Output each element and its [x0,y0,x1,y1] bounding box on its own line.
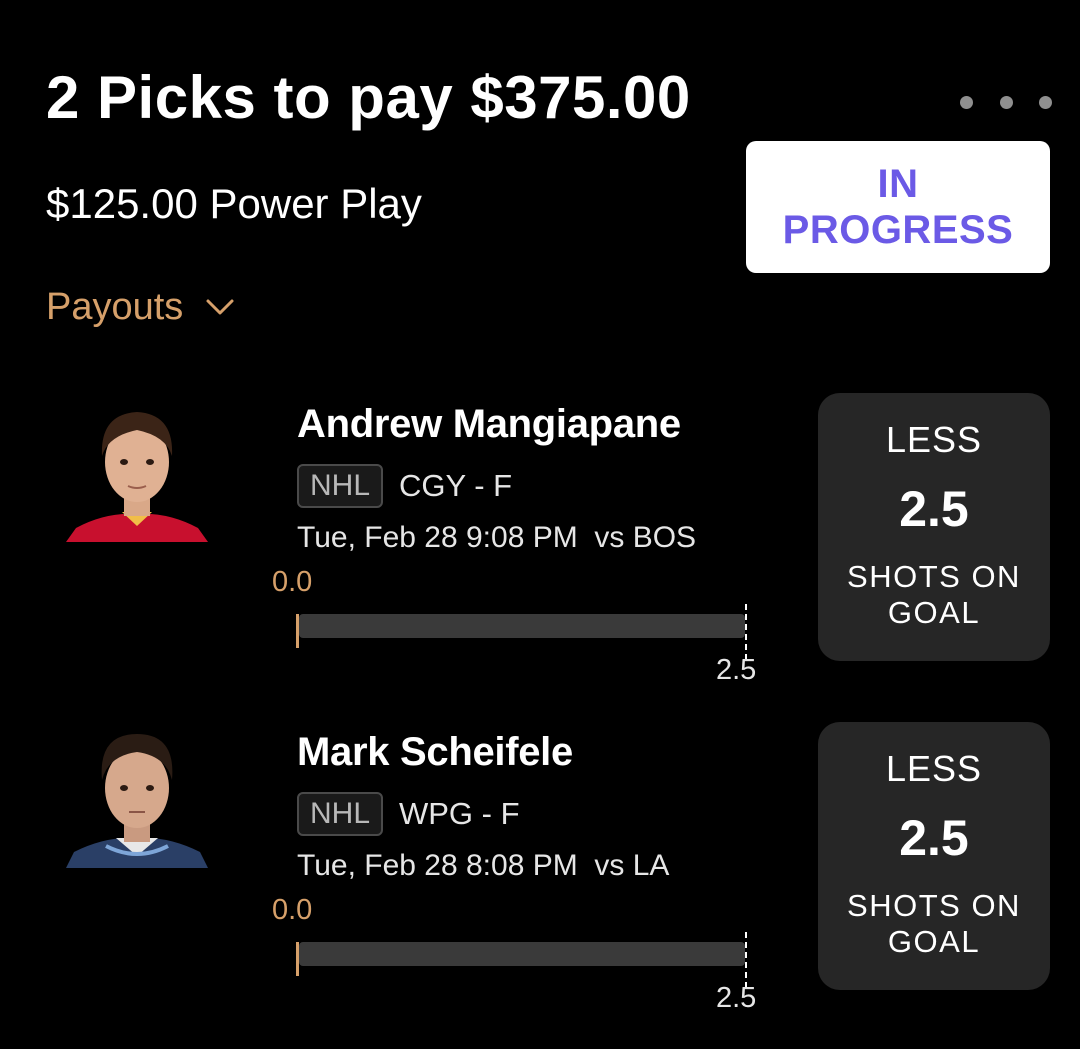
player-headshot [66,412,208,542]
projection-card: LESS 2.5 SHOTS ON GOAL [818,722,1050,990]
status-label: IN PROGRESS [782,162,1014,252]
line-value: 2.5 [899,810,969,866]
progress-target-label: 2.5 [716,654,757,686]
page-title: 2 Picks to pay $375.00 [46,64,691,131]
payouts-label: Payouts [46,286,184,328]
line-value: 2.5 [899,481,969,537]
progress-track [299,942,745,966]
pick-direction: LESS [885,419,983,460]
game-time: Tue, Feb 28 8:08 PM vs LA [297,849,670,882]
more-horizontal-icon [960,95,973,109]
more-horizontal-icon [999,95,1013,109]
league-badge: NHL [297,464,383,508]
progress-track [299,614,745,638]
player-headshot [66,734,208,868]
progress-current-label: 0.0 [272,566,313,598]
projection-card: LESS 2.5 SHOTS ON GOAL [818,393,1050,661]
player-name: Andrew Mangiapane [297,402,681,446]
team-position: WPG - F [399,796,520,831]
more-options-button[interactable] [960,92,1052,112]
stat-type: SHOTS ON GOAL [847,888,1021,959]
pick-card[interactable]: Andrew Mangiapane NHL CGY - F Tue, Feb 2… [0,392,1080,692]
progress-current-label: 0.0 [272,894,313,926]
entry-amount: $125.00 Power Play [46,180,422,227]
team-position: CGY - F [399,468,513,503]
league-badge: NHL [297,792,383,836]
progress-target-label: 2.5 [716,982,757,1014]
player-name: Mark Scheifele [297,730,573,774]
stat-type: SHOTS ON GOAL [847,559,1021,630]
status-badge: IN PROGRESS [746,141,1050,273]
pick-direction: LESS [885,748,983,789]
more-horizontal-icon [1039,95,1052,109]
payouts-toggle[interactable]: Payouts [46,284,235,330]
game-time: Tue, Feb 28 9:08 PM vs BOS [297,521,697,554]
pick-card[interactable]: Mark Scheifele NHL WPG - F Tue, Feb 28 8… [0,720,1080,1020]
chevron-down-icon [206,299,234,315]
